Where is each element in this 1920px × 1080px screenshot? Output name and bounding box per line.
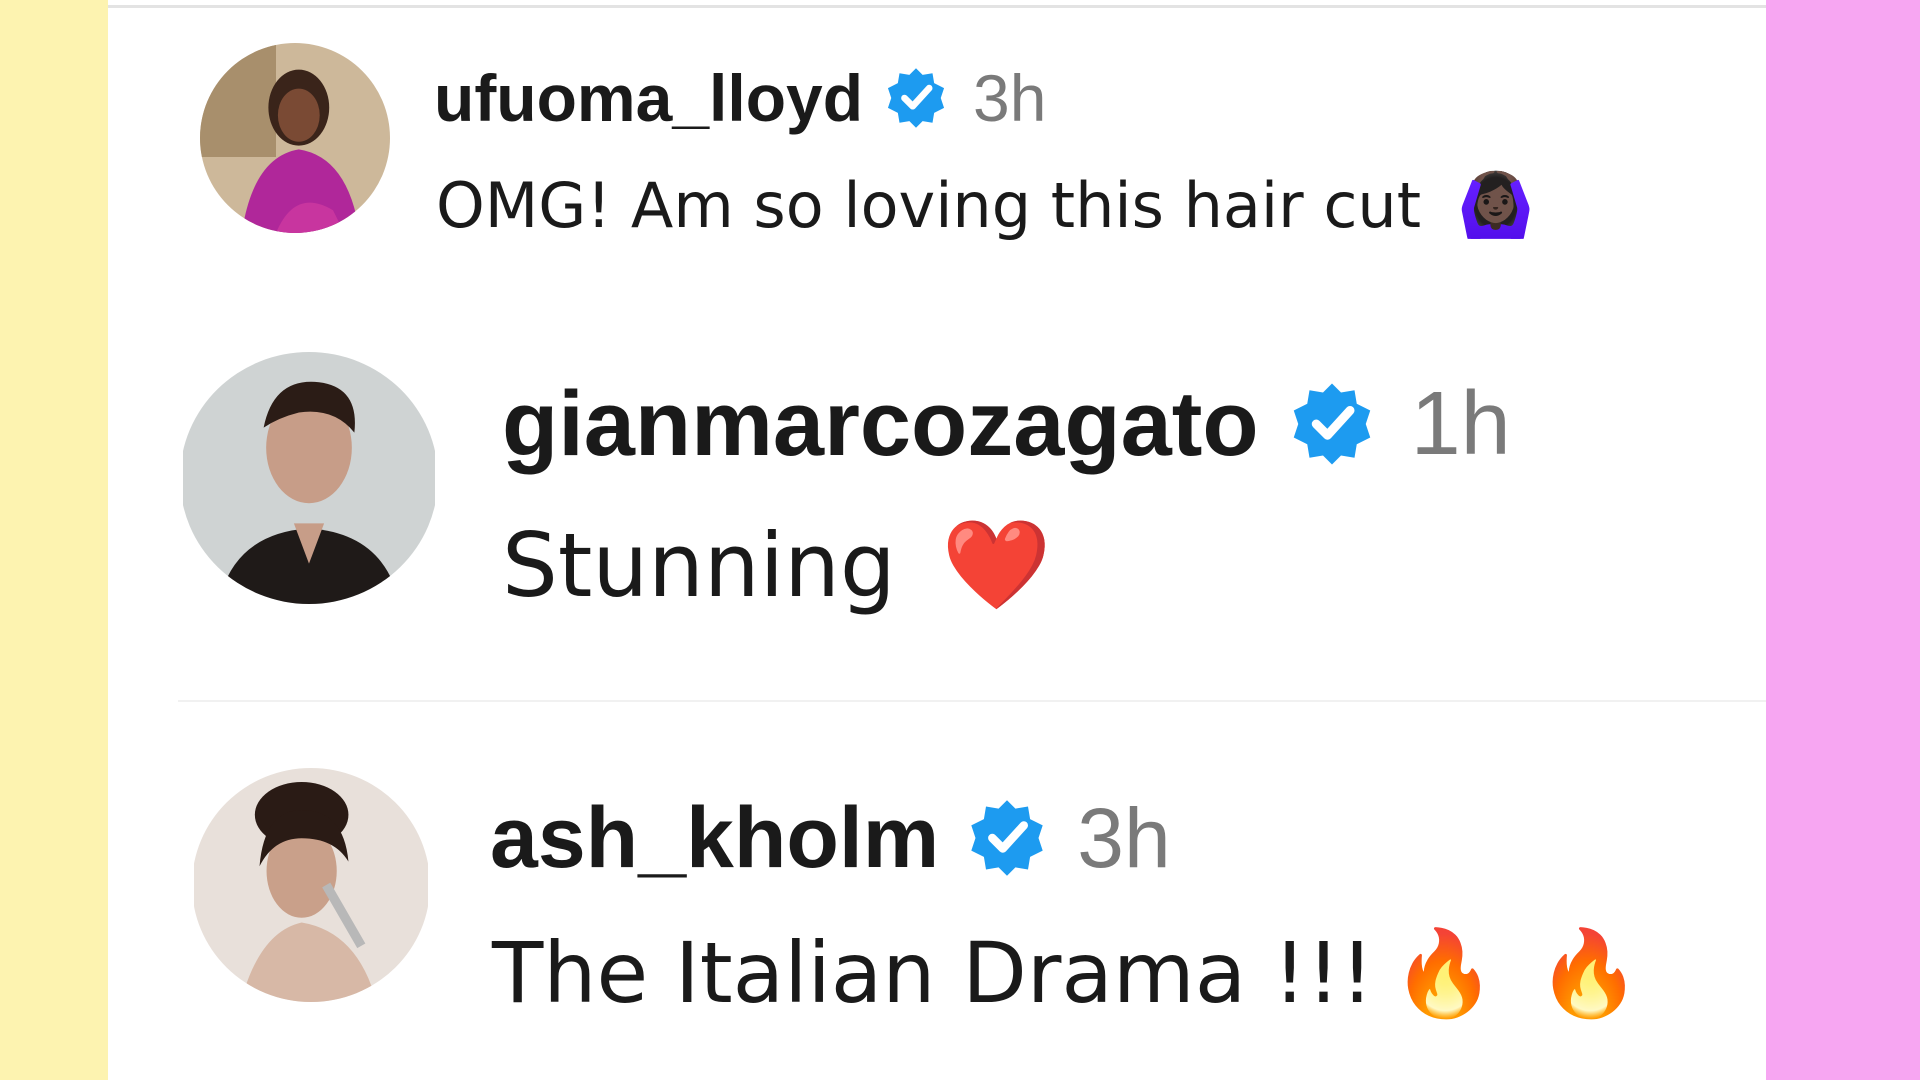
- comment-header: ash_kholm 3h: [490, 790, 1171, 886]
- top-divider: [108, 5, 1766, 8]
- comments-panel: ufuoma_lloyd 3h OMG! Am so loving this h…: [108, 0, 1766, 1080]
- avatar[interactable]: [200, 43, 390, 233]
- fire-emoji-icon: 🔥: [1391, 923, 1497, 1022]
- avatar-photo-icon: [183, 352, 435, 604]
- comment-header: ufuoma_lloyd 3h: [434, 58, 1046, 138]
- verified-badge-icon: [965, 796, 1049, 880]
- comment-body: Stunning ❤️: [502, 510, 1051, 620]
- avatar-photo-icon: [200, 43, 390, 233]
- heart-emoji-icon: ❤️: [941, 513, 1052, 616]
- verified-badge-icon: [1287, 379, 1377, 469]
- verified-badge-icon: [883, 65, 949, 131]
- right-color-band: [1766, 0, 1920, 1080]
- timestamp: 3h: [973, 61, 1047, 135]
- comment-body: The Italian Drama !!! 🔥 🔥: [492, 918, 1641, 1028]
- username[interactable]: ash_kholm: [490, 789, 939, 888]
- comment-text: The Italian Drama !!!: [492, 924, 1374, 1022]
- timestamp: 1h: [1410, 373, 1511, 474]
- avatar[interactable]: [180, 352, 438, 604]
- comment-divider: [178, 700, 1766, 702]
- gesture-emoji-icon: 🙆🏿‍♀️: [1457, 168, 1535, 241]
- comment-body: OMG! Am so loving this hair cut 🙆🏿‍♀️: [436, 160, 1534, 250]
- fire-emoji-icon: 🔥: [1536, 923, 1642, 1022]
- comment-text: OMG! Am so loving this hair cut: [436, 168, 1422, 242]
- timestamp: 3h: [1077, 790, 1171, 885]
- username[interactable]: ufuoma_lloyd: [434, 60, 863, 136]
- comment-header: gianmarcozagato 1h: [502, 372, 1511, 477]
- left-color-band: [0, 0, 108, 1080]
- comment-text: Stunning: [502, 513, 896, 617]
- screenshot-stage: ufuoma_lloyd 3h OMG! Am so loving this h…: [0, 0, 1920, 1080]
- avatar[interactable]: [192, 768, 430, 1002]
- username[interactable]: gianmarcozagato: [502, 372, 1259, 477]
- avatar-photo-icon: [194, 768, 428, 1002]
